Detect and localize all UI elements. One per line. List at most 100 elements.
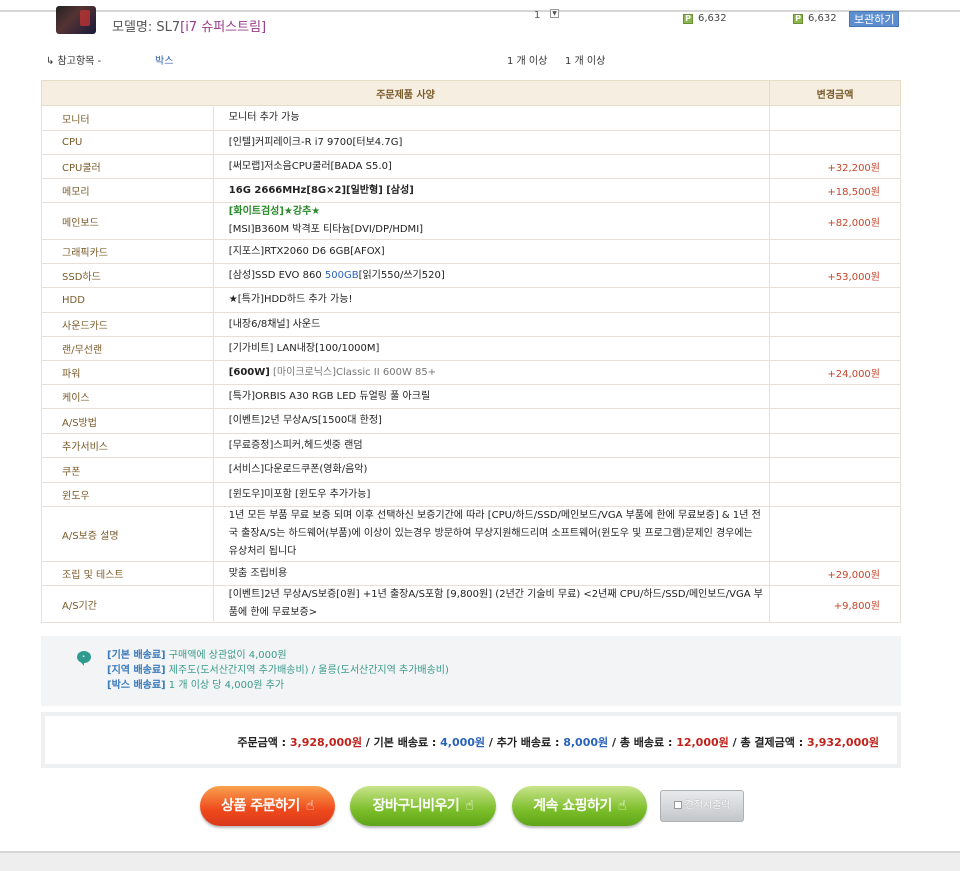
price-header: 변경금액 bbox=[769, 80, 901, 106]
spec-value: [내장6/8채널] 사운드 bbox=[213, 312, 771, 337]
spec-price: +24,000원 bbox=[769, 360, 901, 385]
spec-value: 16G 2666MHz[8G×2][일반형] [삼성] bbox=[213, 178, 771, 203]
extra-shipping-label: / 추가 배송료 : bbox=[485, 736, 564, 749]
spec-label: 조립 및 테스트 bbox=[41, 561, 214, 586]
continue-shopping-button[interactable]: 계속 쇼핑하기 ☝ bbox=[512, 786, 647, 826]
order-button-label: 상품 주문하기 bbox=[221, 798, 300, 814]
spec-price: +82,000원 bbox=[769, 202, 901, 240]
points-1-value: 6,632 bbox=[698, 13, 727, 24]
shipping-key: [기본 배송료] bbox=[107, 650, 166, 661]
total-shipping-label: / 총 배송료 : bbox=[608, 736, 677, 749]
spec-price bbox=[769, 506, 901, 562]
spec-label: 케이스 bbox=[41, 384, 214, 409]
shipping-lines: [기본 배송료] 구매액에 상관없이 4,000원 [지역 배송료] 제주도(도… bbox=[107, 648, 449, 693]
totals-line: 주문금액 : 3,928,000원 / 기본 배송료 : 4,000원 / 추가… bbox=[237, 734, 879, 750]
spec-value: [써모랩]저소음CPU쿨러[BADA S5.0] bbox=[213, 154, 771, 179]
spec-value: 모니터 추가 가능 bbox=[213, 105, 771, 131]
spec-label: 윈도우 bbox=[41, 482, 214, 507]
empty-cart-button[interactable]: 장바구니비우기 ☝ bbox=[350, 786, 496, 826]
table-row: 윈도우 [윈도우]미포함 [윈도우 추가가능] bbox=[41, 482, 901, 507]
extra-shipping-amount: 8,000원 bbox=[563, 736, 609, 749]
table-row: A/S보증 설명 1년 모든 부품 무료 보증 되며 이후 선택하신 보증기간에… bbox=[41, 506, 901, 562]
model-name[interactable]: [i7 슈퍼스트림] bbox=[180, 20, 266, 35]
spec-value: [서비스]다운로드쿠폰(영화/음악) bbox=[213, 457, 771, 483]
spec-label: SSD하드 bbox=[41, 263, 214, 288]
shipping-info: · [기본 배송료] 구매액에 상관없이 4,000원 [지역 배송료] 제주도… bbox=[41, 636, 901, 706]
spec-value-post: [읽기550/쓰기520] bbox=[358, 269, 445, 281]
spec-value: 1년 모든 부품 무료 보증 되며 이후 선택하신 보증기간에 따라 [CPU/… bbox=[213, 506, 771, 562]
order-button[interactable]: 상품 주문하기 ☝ bbox=[200, 786, 335, 826]
spec-value: [화이트검성]★강추★ [MSI]B360M 박격포 티타늄[DVI/DP/HD… bbox=[213, 202, 771, 240]
table-row: HDD ★[특가]HDD하드 추가 가능! bbox=[41, 287, 901, 313]
spec-label: A/S방법 bbox=[41, 408, 214, 434]
order-amount-label: 주문금액 : bbox=[237, 736, 290, 749]
points-1: P 6,632 bbox=[683, 13, 727, 24]
shipping-key: [박스 배송료] bbox=[107, 680, 166, 691]
points-icon: P bbox=[793, 13, 803, 24]
spec-value-text: [MSI]B360M 박격포 티타늄[DVI/DP/HDMI] bbox=[228, 224, 424, 235]
shipping-value: 제주도(도서산간지역 추가배송비) / 울릉(도서산간지역 추가배송비) bbox=[165, 665, 449, 676]
spec-value: [기가비트] LAN내장[100/1000M] bbox=[213, 336, 771, 361]
shipping-line: [기본 배송료] 구매액에 상관없이 4,000원 bbox=[107, 648, 449, 663]
table-row: 사운드카드 [내장6/8채널] 사운드 bbox=[41, 312, 901, 337]
spec-price bbox=[769, 287, 901, 313]
spec-value: [이벤트]2년 무상A/S보증[0원] +1년 출장A/S포함 [9,800원]… bbox=[213, 585, 771, 623]
shipping-value: 1 개 이상 당 4,000원 추가 bbox=[165, 680, 285, 691]
spec-value-highlight: [화이트검성]★강추★ bbox=[228, 206, 321, 217]
empty-cart-button-label: 장바구니비우기 bbox=[372, 798, 460, 814]
table-row: 메모리 16G 2666MHz[8G×2][일반형] [삼성] +18,500원 bbox=[41, 178, 901, 203]
spec-value: [인텔]커피레이크-R i7 9700[터보4.7G] bbox=[213, 130, 771, 155]
reference-qty-1: 1 개 이상 bbox=[507, 56, 548, 67]
continue-shopping-button-label: 계속 쇼핑하기 bbox=[533, 798, 612, 814]
print-icon bbox=[673, 801, 682, 809]
reference-box: 박스 bbox=[155, 56, 174, 67]
spec-price bbox=[769, 457, 901, 483]
table-row: CPU쿨러 [써모랩]저소음CPU쿨러[BADA S5.0] +32,200원 bbox=[41, 154, 901, 179]
print-quote-label: 견적서출력 bbox=[684, 800, 731, 811]
spec-value: [이벤트]2년 무상A/S[1500대 한정] bbox=[213, 408, 771, 434]
spec-label: A/S기간 bbox=[41, 585, 214, 623]
grand-total-amount: 3,932,000원 bbox=[806, 736, 879, 749]
spec-value-wattage: [600W] bbox=[228, 366, 270, 378]
table-row: A/S방법 [이벤트]2년 무상A/S[1500대 한정] bbox=[41, 408, 901, 434]
pointing-hand-icon: ☝ bbox=[465, 798, 474, 814]
table-row: 메인보드 [화이트검성]★강추★ [MSI]B360M 박격포 티타늄[DVI/… bbox=[41, 202, 901, 240]
model-label: 모델명: SL7 bbox=[112, 20, 181, 35]
spec-value: [무료증정]스피커,헤드셋중 랜덤 bbox=[213, 433, 771, 458]
wishlist-button[interactable]: 보관하기 bbox=[849, 11, 900, 27]
spec-label: CPU쿨러 bbox=[41, 154, 214, 179]
spec-price: +53,000원 bbox=[769, 263, 901, 288]
table-row: SSD하드 [삼성]SSD EVO 860 500GB[읽기550/쓰기520]… bbox=[41, 263, 901, 288]
spec-price bbox=[769, 482, 901, 507]
spec-price bbox=[769, 239, 901, 264]
bottom-scroll-edge bbox=[0, 851, 960, 871]
spec-label: CPU bbox=[41, 130, 214, 155]
spec-label: 랜/무선랜 bbox=[41, 336, 214, 361]
spec-price: +18,500원 bbox=[769, 178, 901, 203]
spec-price bbox=[769, 105, 901, 131]
order-amount: 3,928,000원 bbox=[289, 736, 362, 749]
chevron-down-icon[interactable]: ▼ bbox=[550, 9, 559, 18]
spec-label: 추가서비스 bbox=[41, 433, 214, 458]
spec-price: +9,800원 bbox=[769, 585, 901, 623]
table-row: 랜/무선랜 [기가비트] LAN내장[100/1000M] bbox=[41, 336, 901, 361]
spec-label: 파워 bbox=[41, 360, 214, 385]
spec-label: 그래픽카드 bbox=[41, 239, 214, 264]
spec-table: 주문제품 사양 변경금액 모니터 모니터 추가 가능 CPU [인텔]커피레이크… bbox=[40, 80, 901, 623]
spec-price bbox=[769, 433, 901, 458]
table-row: 조립 및 테스트 맞춤 조립비용 +29,000원 bbox=[41, 561, 901, 586]
print-quote-button[interactable]: 견적서출력 bbox=[660, 790, 744, 822]
spec-value: [삼성]SSD EVO 860 500GB[읽기550/쓰기520] bbox=[213, 263, 771, 288]
spec-price bbox=[769, 408, 901, 434]
points-2-value: 6,632 bbox=[808, 13, 837, 24]
reference-qty-2: 1 개 이상 bbox=[565, 56, 606, 67]
product-row: 모델명: SL7[i7 슈퍼스트림] 1 ▼ P 6,632 P 6,632 보… bbox=[56, 0, 901, 40]
points-2: P 6,632 bbox=[793, 13, 837, 24]
product-thumbnail[interactable] bbox=[56, 6, 96, 34]
order-totals: 주문금액 : 3,928,000원 / 기본 배송료 : 4,000원 / 추가… bbox=[41, 712, 901, 768]
pointing-hand-icon: ☝ bbox=[305, 798, 315, 814]
table-row: 쿠폰 [서비스]다운로드쿠폰(영화/음악) bbox=[41, 457, 901, 483]
shipping-line: [박스 배송료] 1 개 이상 당 4,000원 추가 bbox=[107, 678, 449, 693]
shipping-value: 구매액에 상관없이 4,000원 bbox=[165, 650, 287, 661]
spec-price bbox=[769, 336, 901, 361]
